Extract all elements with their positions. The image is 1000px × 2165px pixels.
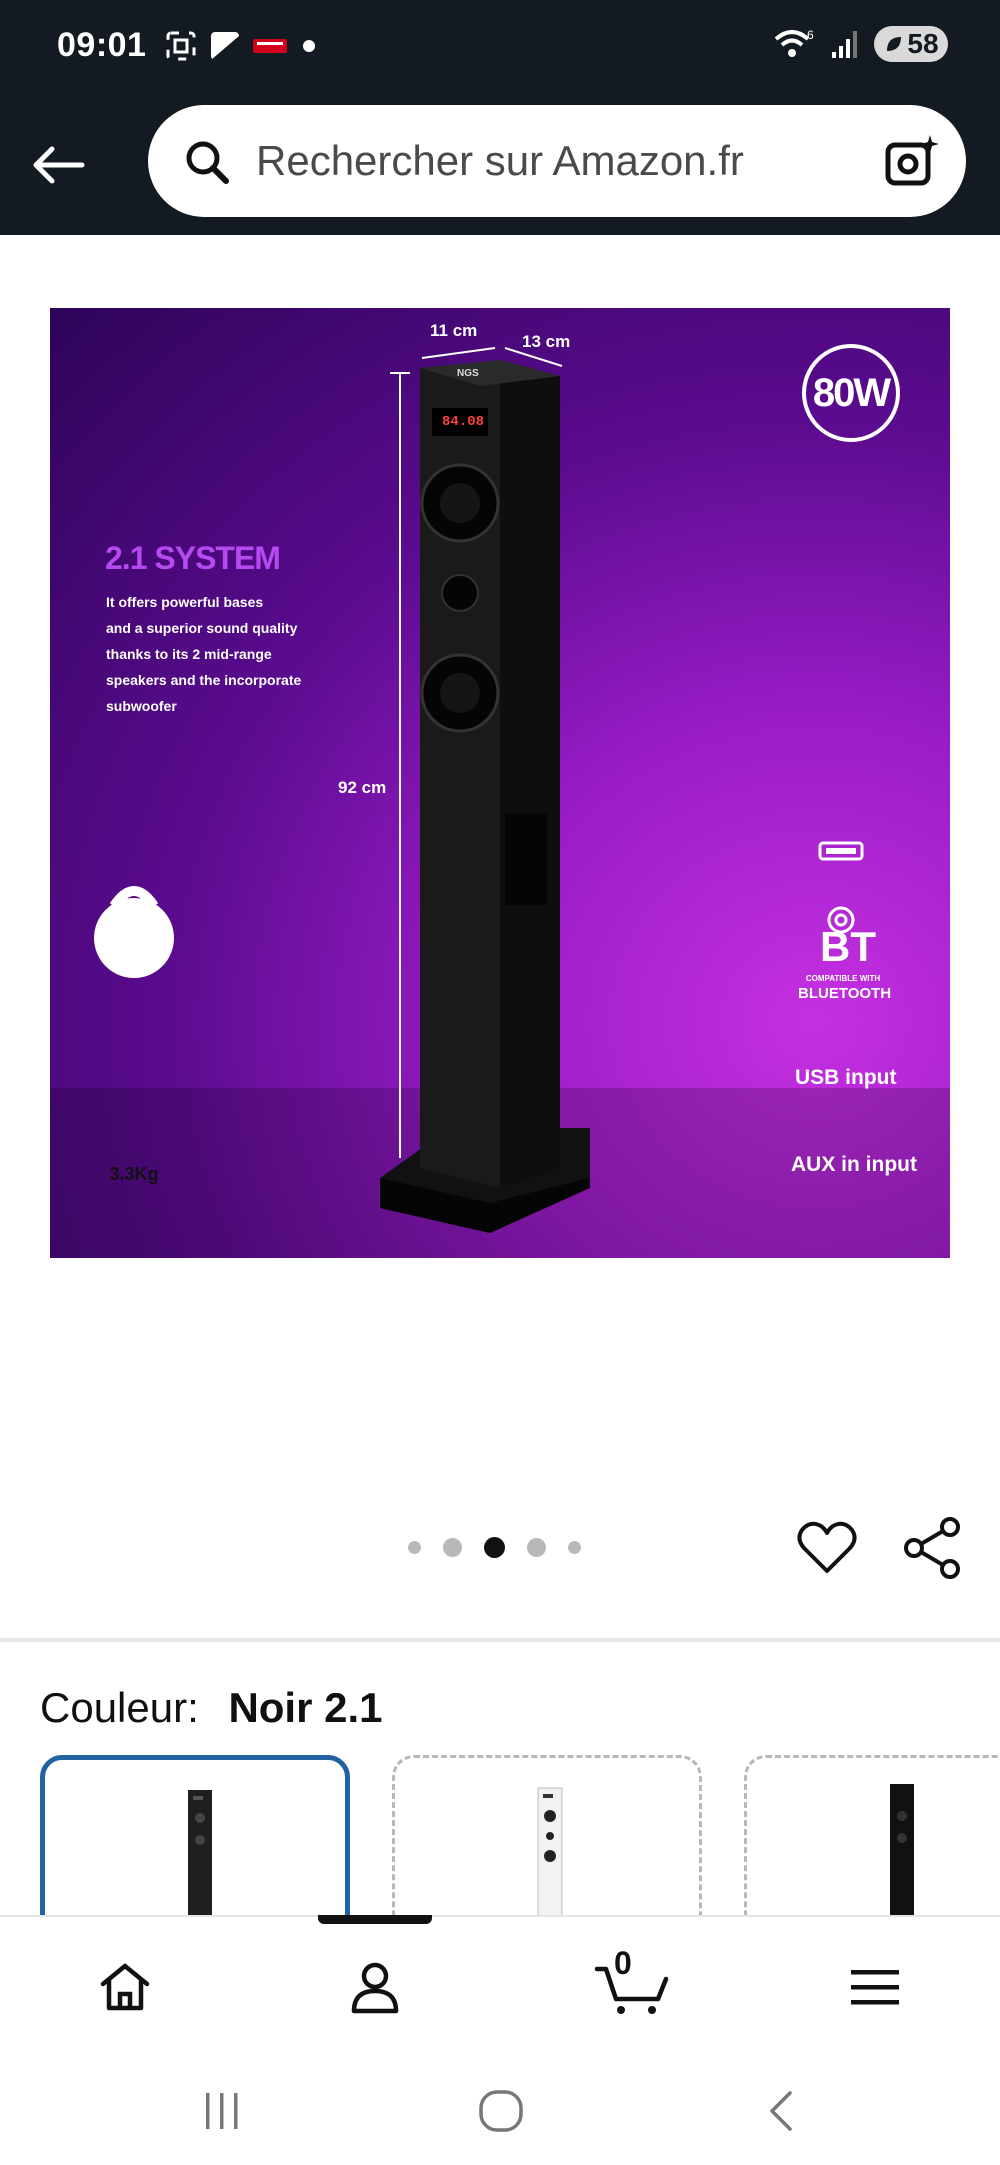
bt-label: BT — [820, 923, 876, 970]
battery-saver-icon — [887, 37, 902, 51]
bt-compat-line2: BLUETOOTH — [798, 985, 892, 1002]
swatch-thumbnail — [537, 1787, 563, 1915]
home-icon — [100, 1963, 150, 2011]
wifi-6-icon: 6 — [774, 28, 814, 57]
product-image[interactable]: 11 cm 13 cm 92 cm NGS 84.08 80W 2.1 SYST… — [50, 308, 950, 1258]
search-icon — [186, 141, 229, 184]
color-swatches — [40, 1755, 1000, 1915]
color-selected-value: Noir 2.1 — [228, 1684, 383, 1731]
svg-text:6: 6 — [807, 28, 814, 42]
usb-input-label: USB input — [795, 1066, 897, 1089]
cart-count: 0 — [614, 1945, 632, 1981]
product-image-artwork — [50, 344, 950, 1258]
battery-level: 58 — [907, 28, 939, 59]
dimension-depth-label: 13 cm — [522, 332, 571, 351]
notification-app-icon — [253, 39, 287, 53]
dimension-width-label: 11 cm — [430, 321, 478, 340]
section-divider — [0, 1638, 1000, 1642]
swatch-thumbnail — [890, 1784, 914, 1915]
pagination-dot[interactable] — [527, 1538, 546, 1557]
menu-icon — [851, 1970, 899, 2005]
status-time: 09:01 — [57, 26, 147, 64]
back-arrow-icon — [33, 146, 85, 184]
dimension-height-label: 92 cm — [338, 778, 387, 797]
feature-line: and a superior sound quality — [106, 620, 298, 636]
camera-sparkle-icon[interactable] — [884, 133, 942, 191]
color-swatch-black-selected[interactable] — [40, 1755, 350, 1915]
feature-line: thanks to its 2 mid-range — [106, 646, 272, 662]
color-label: Couleur: — [40, 1684, 199, 1731]
share-icon[interactable] — [900, 1515, 966, 1581]
color-selector-label: Couleur: Noir 2.1 — [40, 1684, 383, 1732]
pagination-dot[interactable] — [443, 1538, 462, 1557]
back-system-button[interactable] — [746, 2083, 816, 2139]
brand-logo: NGS — [457, 368, 479, 379]
gallery-icon — [211, 32, 239, 60]
nav-active-indicator — [318, 1915, 432, 1924]
feature-line: speakers and the incorporate — [106, 672, 302, 688]
color-swatch-white[interactable] — [392, 1755, 702, 1915]
bt-compat-line1: COMPATIBLE WITH — [805, 974, 881, 983]
feature-description: It offers powerful bases and a superior … — [106, 589, 301, 719]
display-readout: 84.08 — [442, 414, 485, 430]
status-notification-icons — [165, 30, 319, 62]
nav-home[interactable] — [85, 1947, 165, 2027]
aux-input-label: AUX in input — [791, 1153, 917, 1176]
feature-line: It offers powerful bases — [106, 594, 264, 610]
feature-title: 2.1 SYSTEM — [105, 540, 281, 576]
gallery-pagination[interactable] — [408, 1537, 581, 1558]
pagination-dot[interactable] — [568, 1541, 581, 1554]
search-bar[interactable] — [148, 105, 966, 217]
nav-account[interactable] — [335, 1947, 415, 2027]
account-icon — [351, 1962, 399, 2014]
pagination-dot-active[interactable] — [484, 1537, 505, 1558]
feature-line: subwoofer — [106, 698, 177, 714]
cart-icon — [594, 1966, 669, 2014]
status-bar: 09:01 6 58 — [0, 0, 1000, 95]
search-header — [0, 95, 1000, 235]
dot-icon — [303, 40, 315, 52]
bottom-nav: 0 — [0, 1915, 1000, 2055]
recent-apps-icon — [206, 2093, 238, 2129]
signal-icon — [832, 31, 857, 58]
back-button[interactable] — [22, 129, 94, 201]
weight-label: 3.3Kg — [109, 1164, 159, 1184]
product-gallery: 11 cm 13 cm 92 cm NGS 84.08 80W 2.1 SYST… — [0, 235, 1000, 1635]
color-swatch-black-2[interactable] — [744, 1755, 1000, 1915]
recent-apps-button[interactable] — [187, 2083, 257, 2139]
search-input[interactable] — [256, 125, 856, 197]
screenshot-icon — [166, 31, 196, 61]
power-badge: 80W — [812, 371, 891, 415]
system-navigation-bar — [0, 2055, 1000, 2165]
nav-menu[interactable] — [835, 1947, 915, 2027]
pagination-dot[interactable] — [408, 1541, 421, 1554]
status-system-icons: 6 58 — [774, 26, 948, 62]
swatch-thumbnail — [188, 1790, 212, 1915]
home-system-button[interactable] — [466, 2083, 536, 2139]
battery-icon: 58 — [874, 26, 948, 62]
nav-cart[interactable]: 0 — [584, 1945, 684, 2027]
heart-icon[interactable] — [796, 1517, 858, 1579]
home-circle-icon — [479, 2090, 523, 2132]
chevron-left-icon — [770, 2091, 792, 2131]
